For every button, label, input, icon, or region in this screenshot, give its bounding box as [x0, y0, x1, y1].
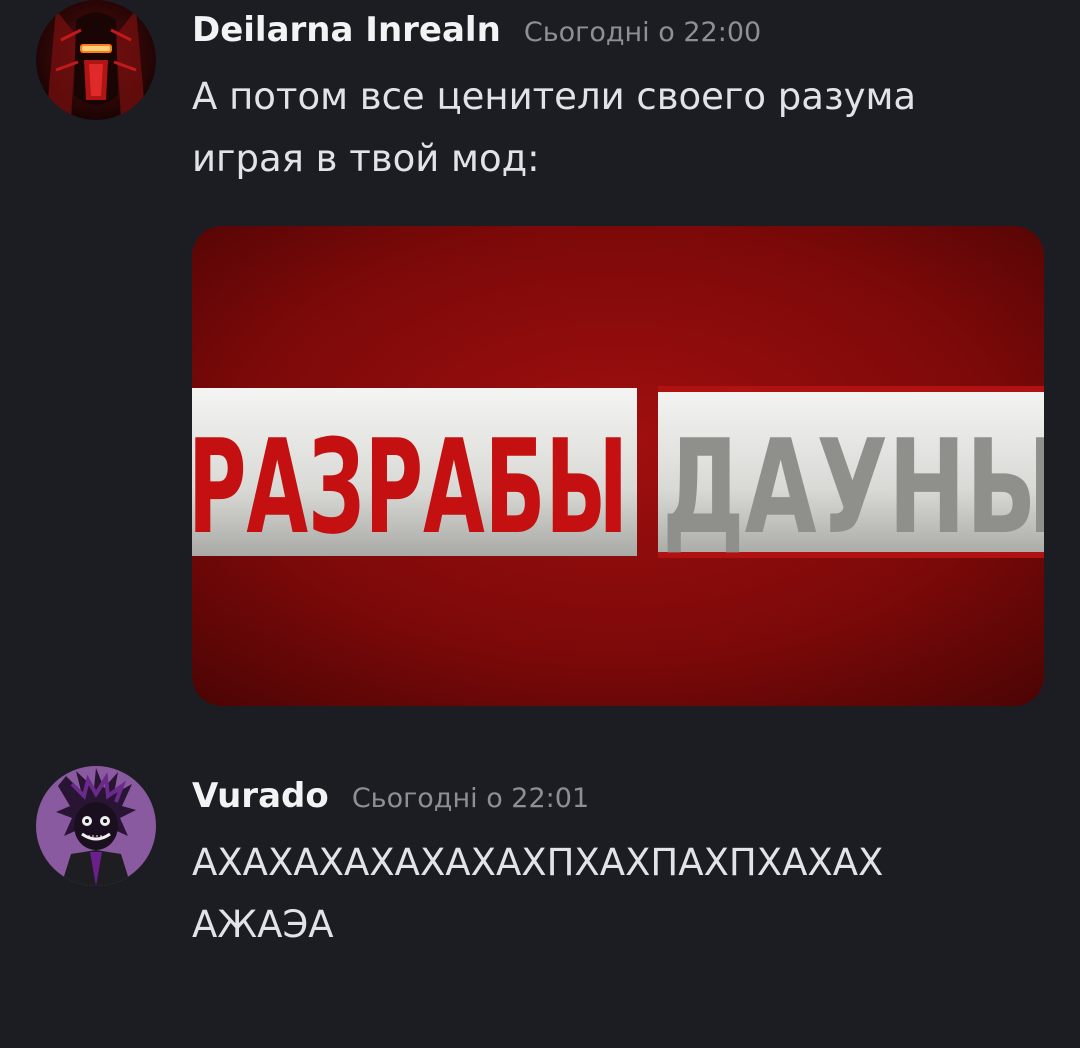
avatar[interactable] — [36, 0, 156, 120]
message-1: Deilarna Inrealn Сьогодні о 22:00 А пото… — [0, 0, 1080, 740]
message-text: А потом все ценители своего разума играя… — [192, 66, 1052, 190]
timestamp: Сьогодні о 22:00 — [523, 17, 762, 48]
message-text: АХАХАХАХАХАХАХПХАХПАХПХАХАХ АЖАЭА — [192, 832, 1052, 956]
meme-image: РАЗРАБЫ ДАУНЫ — [192, 226, 1044, 706]
message-header: Vurado Сьогодні о 22:01 — [192, 776, 589, 816]
avatar[interactable] — [36, 766, 156, 886]
avatar-image-1 — [36, 0, 156, 120]
chat-view: Deilarna Inrealn Сьогодні о 22:00 А пото… — [0, 0, 1080, 1048]
message-2: Vurado Сьогодні о 22:01 АХАХАХАХАХАХАХПХ… — [0, 766, 1080, 986]
timestamp: Сьогодні о 22:01 — [351, 783, 590, 814]
message-line: АХАХАХАХАХАХАХПХАХПАХПХАХАХ — [192, 841, 884, 884]
username[interactable]: Vurado — [192, 776, 329, 816]
avatar-image-2 — [36, 766, 156, 886]
banner-text-right: ДАУНЫ — [662, 411, 1044, 563]
username[interactable]: Deilarna Inrealn — [192, 10, 501, 50]
banner-text-left: РАЗРАБЫ — [192, 411, 628, 563]
message-line: АЖАЭА — [192, 903, 334, 946]
message-header: Deilarna Inrealn Сьогодні о 22:00 — [192, 10, 761, 50]
message-line: А потом все ценители своего разума — [192, 75, 917, 118]
image-attachment[interactable]: РАЗРАБЫ ДАУНЫ — [192, 226, 1044, 706]
message-line: играя в твой мод: — [192, 137, 540, 180]
